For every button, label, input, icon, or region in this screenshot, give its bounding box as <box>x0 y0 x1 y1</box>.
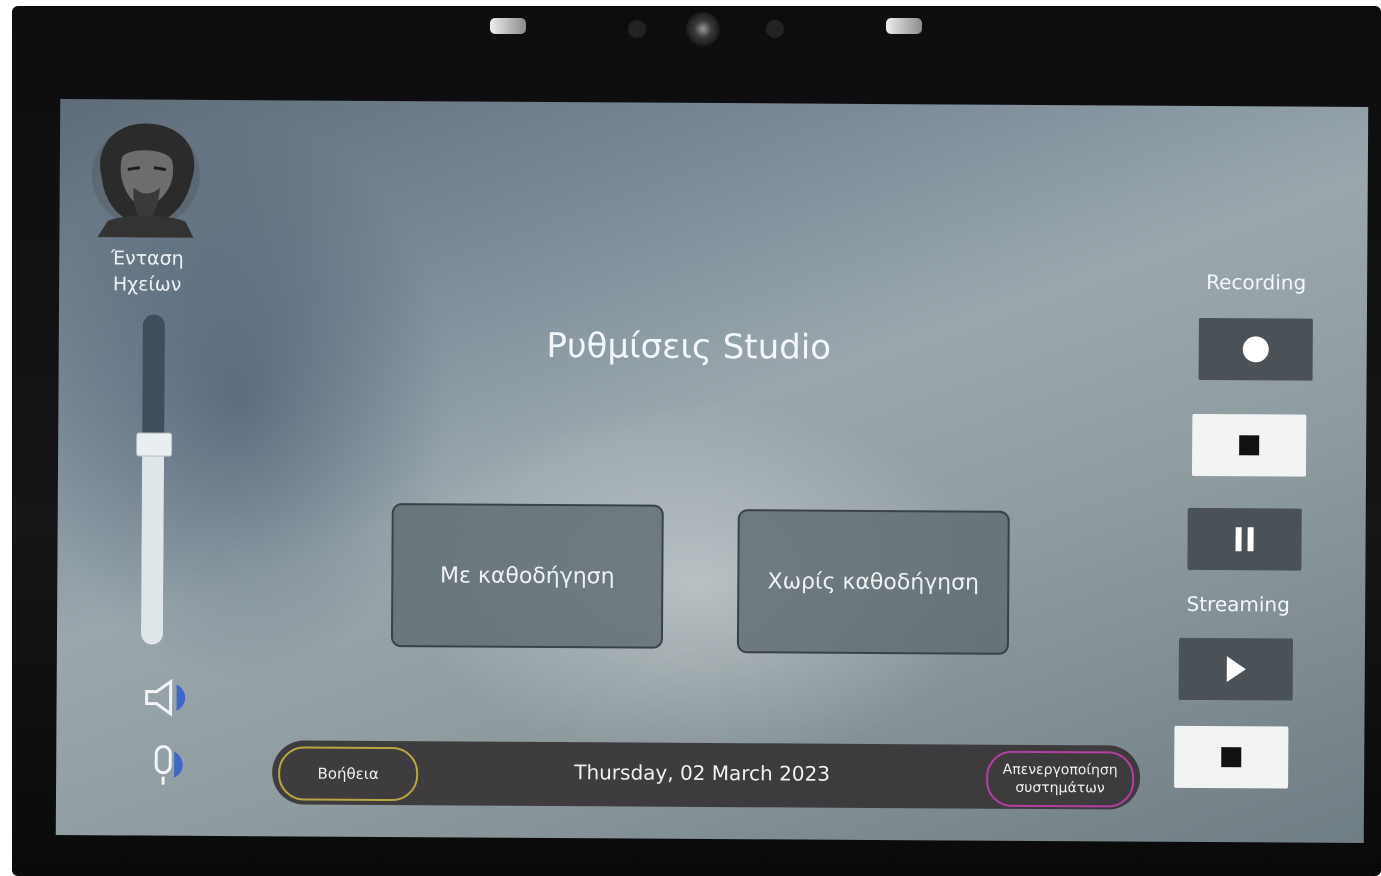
stream-stop-button[interactable] <box>1174 725 1289 789</box>
page-title: Ρυθμίσεις Studio <box>546 325 832 368</box>
sensor-dot-right <box>766 20 784 38</box>
volume-slider[interactable] <box>136 314 173 645</box>
volume-slider-handle[interactable] <box>136 432 173 457</box>
stop-square-icon <box>1239 435 1260 456</box>
touch-panel-screen: Ένταση Ηχείων Ρυθμίσεις Studio Με καθοδή… <box>55 99 1369 843</box>
record-start-button[interactable] <box>1198 317 1313 381</box>
volume-label-line1: Ένταση <box>110 247 184 270</box>
camera-strip <box>480 8 940 48</box>
deactivate-label-line1: Απενεργοποίηση <box>1002 761 1118 779</box>
record-pause-button[interactable] <box>1187 507 1302 571</box>
pause-icon <box>1235 527 1254 552</box>
unguided-mode-button[interactable]: Χωρίς καθοδήγηση <box>736 509 1010 655</box>
sensor-dot-left <box>628 20 646 38</box>
philosopher-bust-logo <box>91 123 200 238</box>
speaker-icon[interactable] <box>142 678 198 718</box>
play-icon <box>1226 656 1246 683</box>
current-date: Thursday, 02 March 2023 <box>574 760 831 786</box>
microphone-icon[interactable] <box>142 743 198 789</box>
help-button-label: Βοήθεια <box>317 764 379 783</box>
stream-start-button[interactable] <box>1178 637 1293 701</box>
guided-mode-button[interactable]: Με καθοδήγηση <box>390 503 664 649</box>
guided-mode-label: Με καθοδήγηση <box>440 562 615 589</box>
sensor-left <box>490 18 526 34</box>
help-button[interactable]: Βοήθεια <box>277 746 419 802</box>
record-stop-button[interactable] <box>1191 413 1307 477</box>
deactivate-systems-button[interactable]: Απενεργοποίηση συστημάτων <box>985 750 1135 808</box>
stop-square-icon <box>1221 747 1242 768</box>
record-dot-icon <box>1242 336 1269 363</box>
recording-label: Recording <box>1206 270 1307 295</box>
volume-label-line2: Ηχείων <box>112 273 182 296</box>
camera-lens-icon <box>686 12 720 46</box>
speaker-volume-label: Ένταση Ηχείων <box>87 245 207 298</box>
sensor-right <box>886 18 922 34</box>
volume-slider-fill <box>140 443 165 645</box>
unguided-mode-label: Χωρίς καθοδήγηση <box>767 568 980 596</box>
streaming-label: Streaming <box>1186 591 1290 617</box>
deactivate-label-line2: συστημάτων <box>1015 779 1105 797</box>
footer-bar: Βοήθεια Thursday, 02 March 2023 Απενεργο… <box>271 740 1141 810</box>
